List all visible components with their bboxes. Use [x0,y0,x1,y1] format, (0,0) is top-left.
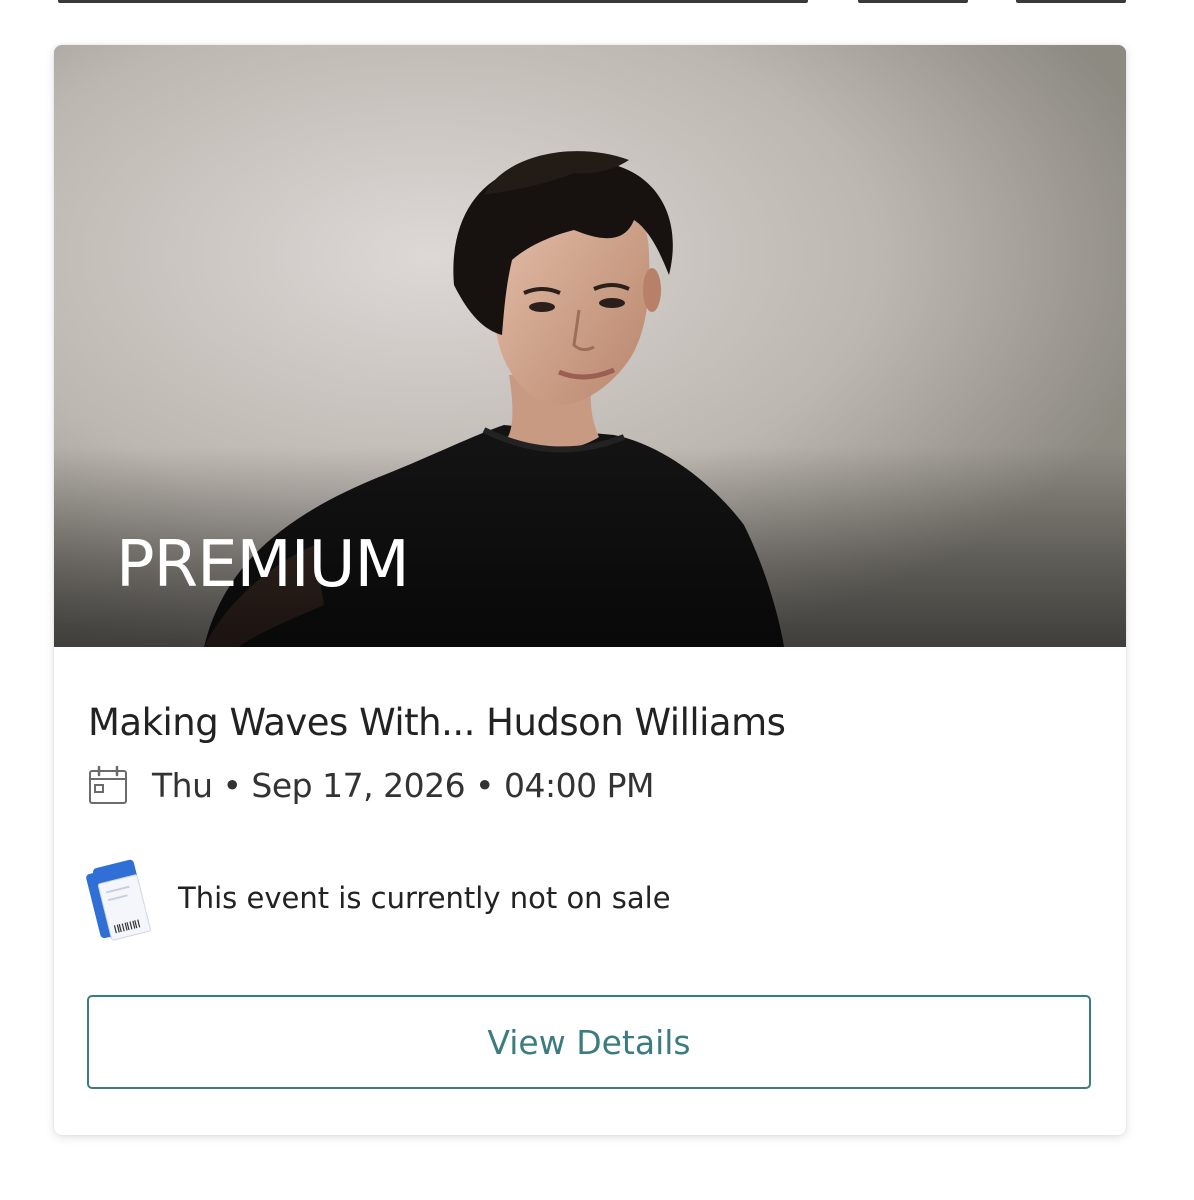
event-title[interactable]: Making Waves With... Hudson Williams [88,701,786,744]
event-date-row: Thu • Sep 17, 2026 • 04:00 PM [88,763,654,807]
premium-badge: PREMIUM [116,528,410,602]
sale-status-row: This event is currently not on sale [86,853,671,943]
event-hero-image[interactable]: PREMIUM [54,45,1126,647]
sale-status-text: This event is currently not on sale [178,881,671,915]
event-card[interactable]: PREMIUM Making Waves With... Hudson Will… [54,45,1126,1135]
calendar-icon [89,765,127,804]
tab-underline [58,0,808,3]
tab-underline [858,0,968,3]
tab-underline [1016,0,1126,3]
view-details-button[interactable]: View Details [87,995,1091,1089]
ticket-icon [86,859,151,941]
event-date-text: Thu • Sep 17, 2026 • 04:00 PM [152,765,654,805]
top-navigation-remnant [0,0,1194,6]
